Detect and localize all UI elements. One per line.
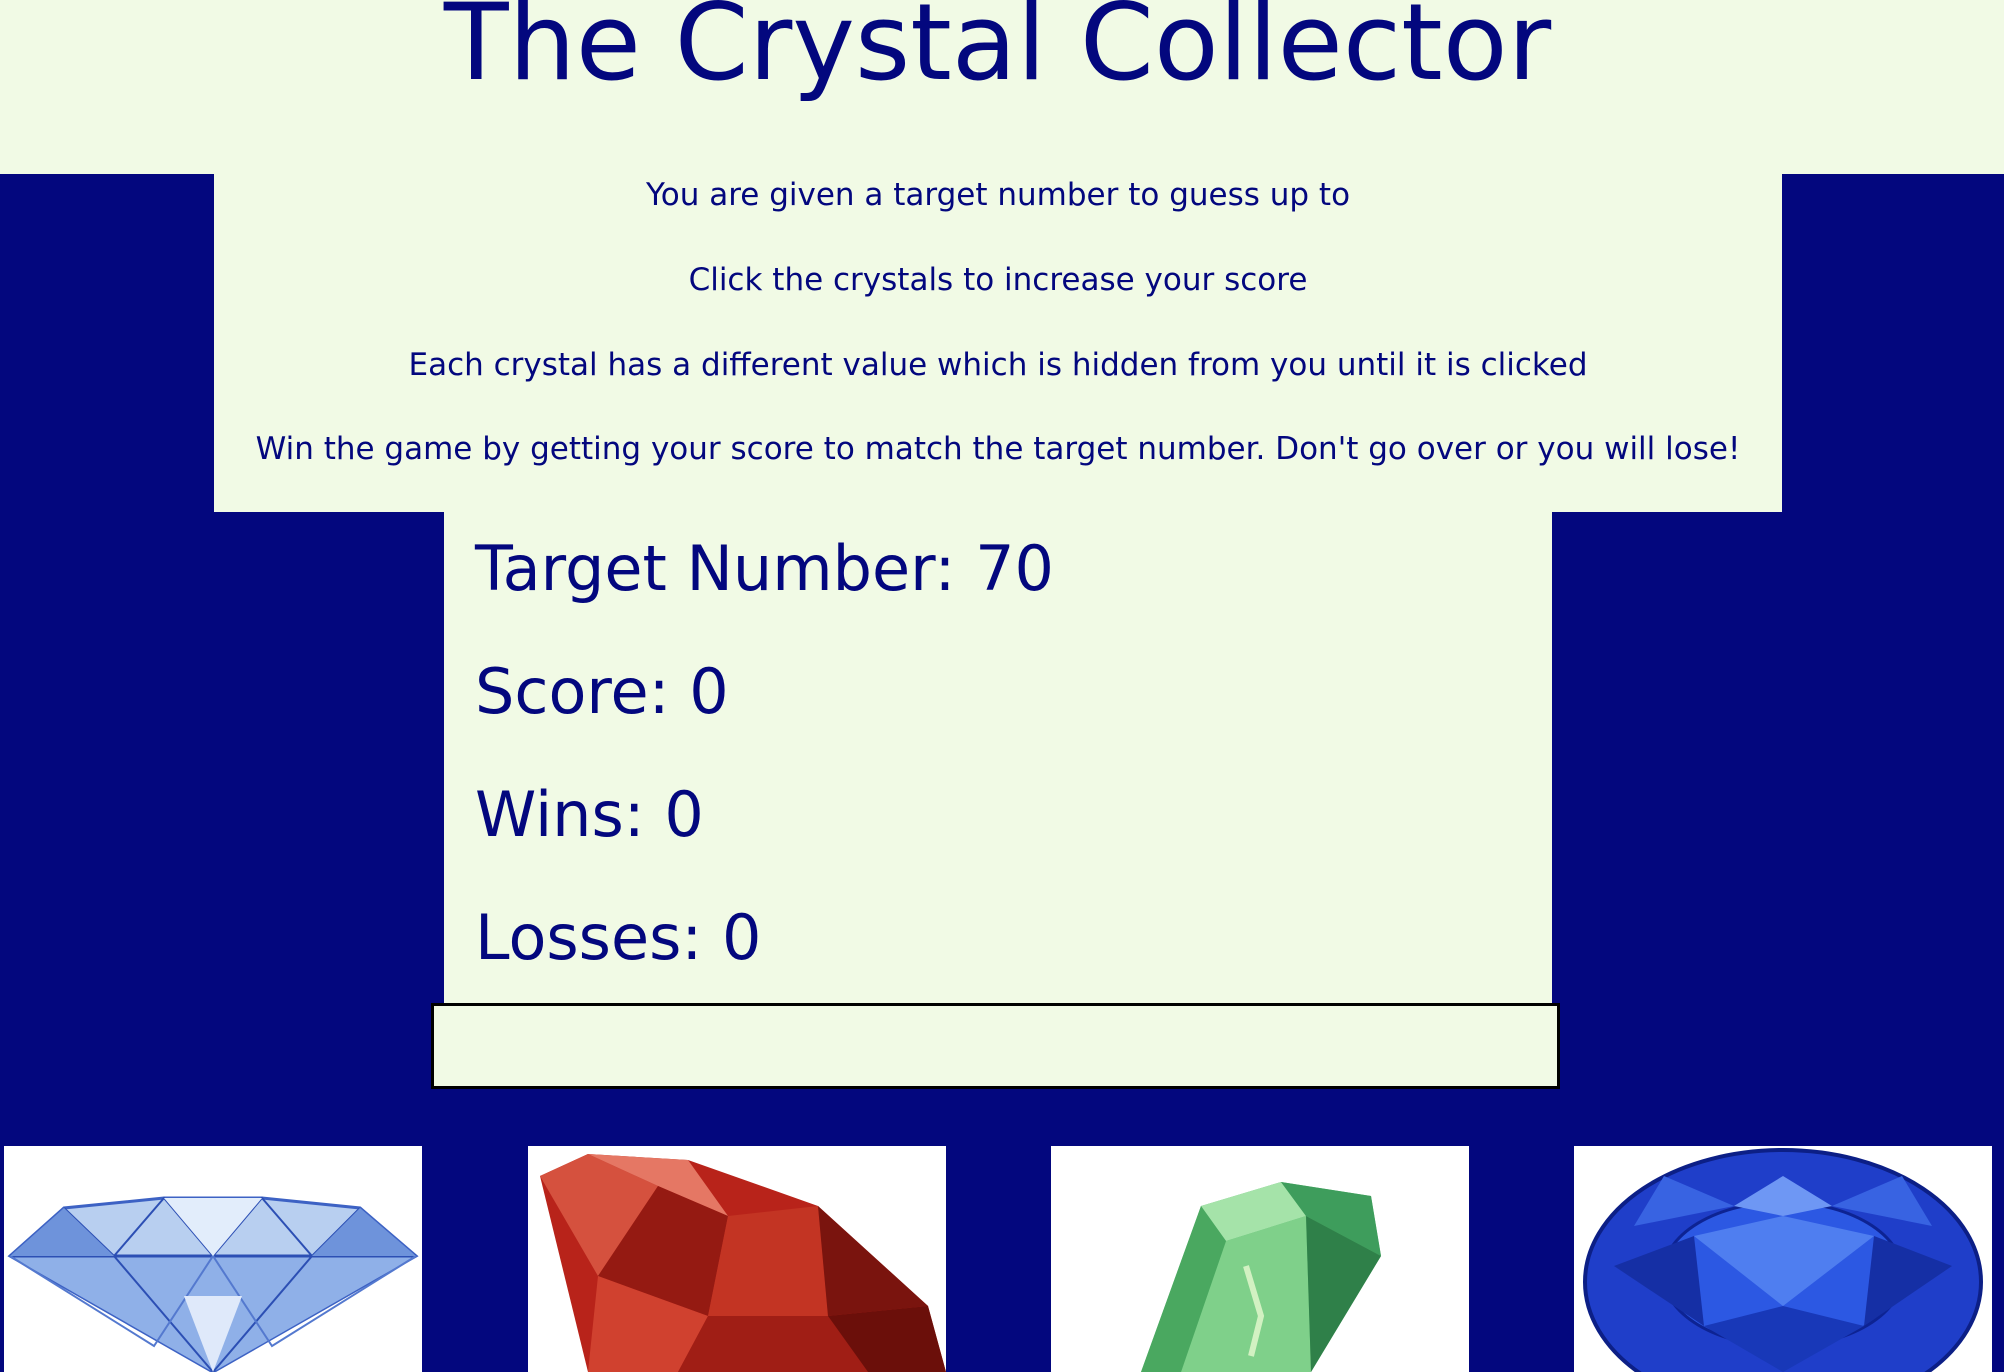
game-page: The Crystal Collector You are given a ta… [0, 0, 2004, 1372]
crystal-button-emerald[interactable] [1051, 1146, 1469, 1372]
instruction-line: Click the crystals to increase your scor… [688, 262, 1308, 298]
ruby-crystal-icon [540, 1154, 946, 1372]
instruction-line: You are given a target number to guess u… [645, 177, 1351, 213]
crystal-button-diamond[interactable] [4, 1146, 422, 1372]
crystal-button-sapphire[interactable] [1574, 1146, 1992, 1372]
target-number: Target Number: 70 [475, 532, 1054, 605]
sapphire-crystal-icon [1583, 1148, 1983, 1372]
header: The Crystal Collector [0, 0, 2004, 174]
instructions-panel: You are given a target number to guess u… [214, 174, 1782, 512]
page-title: The Crystal Collector [443, 0, 1552, 104]
instruction-line: Each crystal has a different value which… [408, 347, 1588, 383]
emerald-crystal-icon [1141, 1182, 1381, 1372]
diamond-crystal-icon [7, 1196, 419, 1372]
instruction-line: Win the game by getting your score to ma… [255, 431, 1741, 467]
stats-panel: Target Number: 70 Score: 0 Wins: 0 Losse… [444, 512, 1552, 1004]
score: Score: 0 [475, 655, 729, 728]
result-message-box [431, 1003, 1560, 1089]
losses: Losses: 0 [475, 901, 762, 974]
crystal-button-ruby[interactable] [528, 1146, 946, 1372]
wins: Wins: 0 [475, 778, 704, 851]
